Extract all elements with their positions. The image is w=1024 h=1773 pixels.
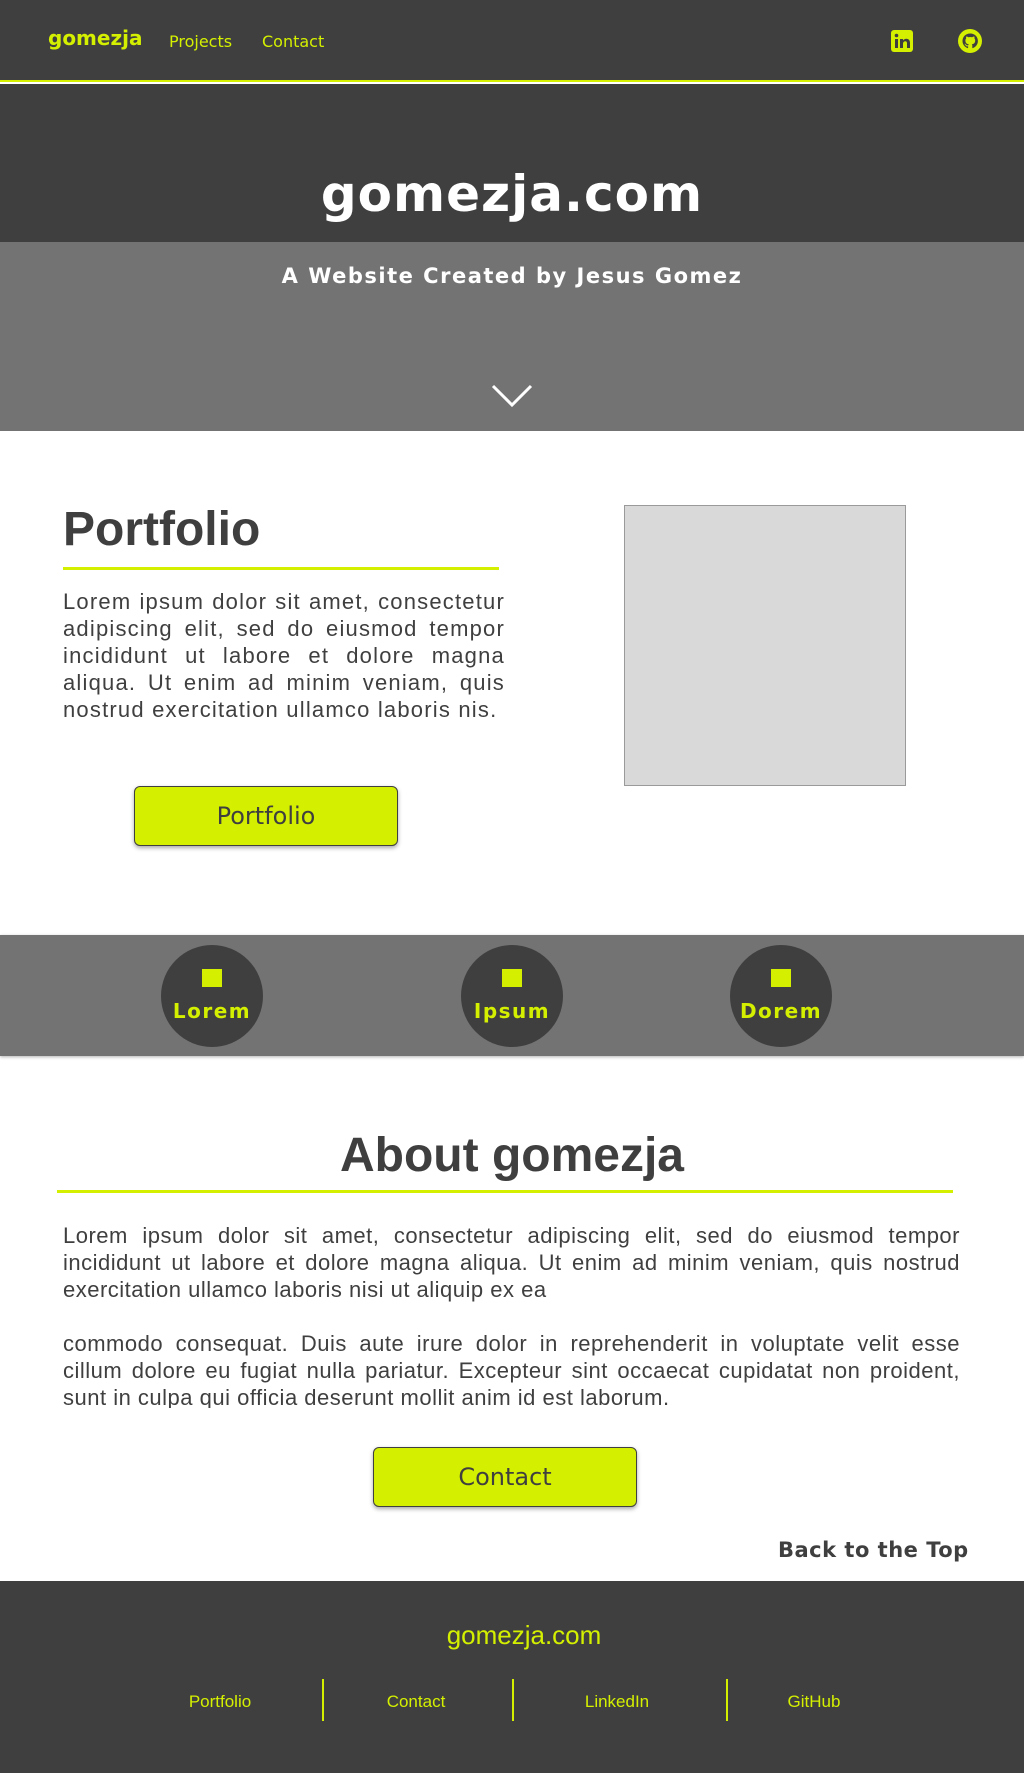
- portfolio-button[interactable]: Portfolio: [134, 786, 398, 846]
- contact-button[interactable]: Contact: [373, 1447, 637, 1507]
- back-to-top-link[interactable]: Back to the Top: [778, 1538, 969, 1562]
- github-icon[interactable]: [957, 28, 983, 54]
- footer-divider: [726, 1679, 728, 1721]
- hero-subtitle: A Website Created by Jesus Gomez: [281, 264, 743, 288]
- square-icon: [202, 969, 222, 987]
- portfolio-divider: [63, 567, 499, 570]
- footer-link-portfolio[interactable]: Portfolio: [150, 1692, 290, 1712]
- nav-link-contact[interactable]: Contact: [262, 32, 324, 51]
- about-heading: About gomezja: [340, 1129, 684, 1182]
- square-icon: [771, 969, 791, 987]
- about-paragraph: commodo consequat. Duis aute irure dolor…: [63, 1331, 960, 1408]
- top-nav: gomezja Projects Contact: [0, 0, 1024, 82]
- footer-divider: [322, 1679, 324, 1721]
- linkedin-icon[interactable]: [889, 28, 915, 54]
- footer: [0, 1581, 1024, 1773]
- feature-lorem[interactable]: Lorem: [161, 945, 263, 1047]
- nav-link-projects[interactable]: Projects: [169, 32, 232, 51]
- footer-link-linkedin[interactable]: LinkedIn: [547, 1692, 687, 1712]
- about-text: Lorem ipsum dolor sit amet, consectetur …: [63, 1222, 960, 1408]
- about-divider: [57, 1190, 953, 1193]
- footer-link-contact[interactable]: Contact: [346, 1692, 486, 1712]
- about-paragraph: Lorem ipsum dolor sit amet, consectetur …: [63, 1223, 960, 1302]
- chevron-down-icon[interactable]: [490, 382, 534, 410]
- feature-ipsum[interactable]: Ipsum: [461, 945, 563, 1047]
- hero-title: gomezja.com: [320, 165, 704, 223]
- square-icon: [502, 969, 522, 987]
- portfolio-image-placeholder: [624, 505, 906, 786]
- footer-title: gomezja.com: [446, 1620, 602, 1650]
- feature-label: Ipsum: [473, 999, 551, 1023]
- feature-label: Lorem: [172, 999, 252, 1023]
- feature-dorem[interactable]: Dorem: [730, 945, 832, 1047]
- portfolio-heading: Portfolio: [63, 503, 261, 556]
- nav-logo[interactable]: gomezja: [48, 26, 142, 50]
- portfolio-text: Lorem ipsum dolor sit amet, consectetur …: [63, 589, 505, 722]
- footer-link-github[interactable]: GitHub: [744, 1692, 884, 1712]
- feature-label: Dorem: [739, 999, 823, 1023]
- footer-divider: [512, 1679, 514, 1721]
